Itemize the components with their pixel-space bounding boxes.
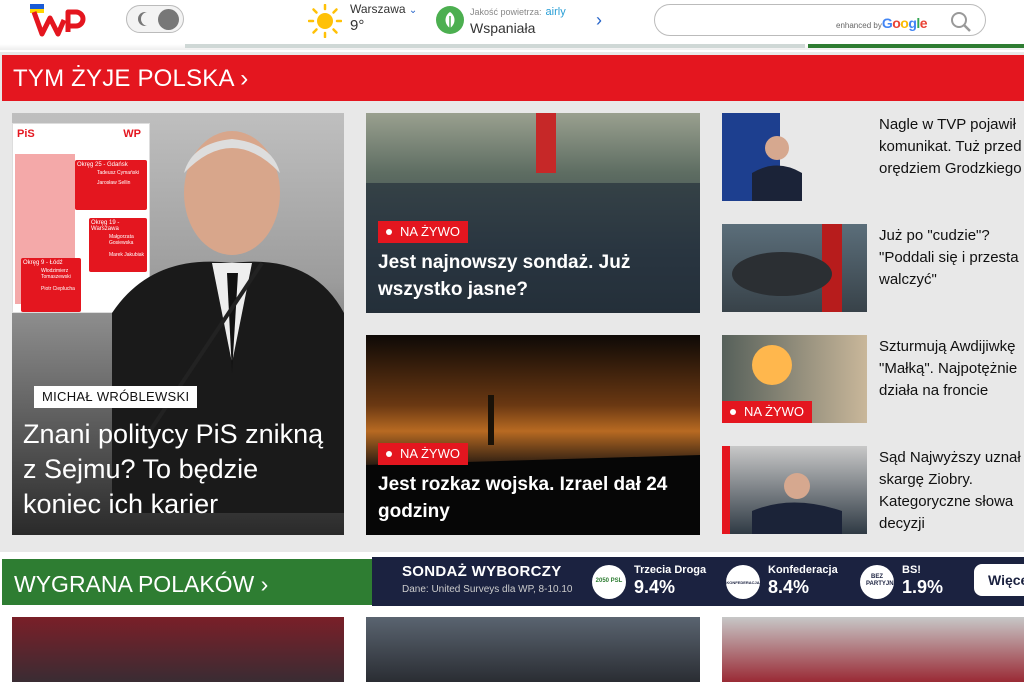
poll-party[interactable]: 2050 PSL Trzecia Droga 9.4%: [592, 562, 722, 602]
search-box[interactable]: enhanced byGoogle: [654, 4, 986, 36]
party-logo-icon: 2050 PSL: [592, 565, 626, 599]
weather-city: Warszawa ⌄: [350, 2, 418, 16]
article-card-israel[interactable]: NA ŻYWO Jest rozkaz wojska. Izrael dał 2…: [366, 335, 700, 535]
moon-icon: [141, 12, 155, 26]
dark-mode-toggle[interactable]: [126, 5, 184, 33]
google-logo: Google: [881, 15, 928, 31]
side-headline[interactable]: Już po "cudzie"? "Poddali się i przesta wa…: [879, 225, 1024, 291]
article-headline[interactable]: Jest rozkaz wojska. Izrael dał 24 godzin…: [378, 471, 688, 525]
author-badge[interactable]: MICHAŁ WRÓBLEWSKI: [34, 386, 198, 408]
air-quality-label: Jakość powietrza: airly: [470, 6, 566, 18]
section-header-tym-zyje-polska[interactable]: TYM ŻYJE POLSKA ›: [2, 55, 1024, 101]
side-headline[interactable]: Nagle w TVP pojawił komunikat. Tuż przed o…: [879, 114, 1024, 180]
article-card-sejm[interactable]: NA ŻYWO Jest najnowszy sondaż. Już wszys…: [366, 113, 700, 313]
section-title: TYM ŻYJE POLSKA ›: [13, 65, 249, 92]
weather-temperature: 9°: [350, 17, 365, 34]
section-title: WYGRANA POLAKÓW ›: [14, 571, 269, 597]
airly-logo: airly: [545, 6, 566, 18]
tank-photo: [732, 224, 842, 312]
poll-banner[interactable]: SONDAŻ WYBORCZY Dane: United Surveys dla…: [372, 557, 1024, 606]
toggle-knob: [158, 9, 179, 30]
bottom-thumb-2[interactable]: [366, 617, 700, 682]
enhanced-by-google: enhanced byGoogle: [836, 15, 928, 31]
leaf-icon: [436, 6, 464, 34]
featured-article[interactable]: PiS WP Okręg 25 - Gdańsk Tadeusz Cymańsk…: [12, 113, 344, 535]
air-quality-value: Wspaniała: [470, 20, 536, 36]
weather-widget[interactable]: Warszawa ⌄ 9°: [308, 2, 418, 40]
poll-party[interactable]: BEZ PARTYJNI BS! 1.9%: [860, 562, 990, 602]
poll-source: Dane: United Surveys dla WP, 8-10.10: [402, 584, 573, 595]
chevron-down-icon: ⌄: [408, 5, 418, 16]
party-logo-icon: BEZ PARTYJNI: [860, 565, 895, 599]
district-box: Okręg 9 - Łódź Włodzimierz Tomaszewski P…: [21, 258, 81, 312]
sun-icon: [308, 4, 342, 38]
top-header: Warszawa ⌄ 9° Jakość powietrza: airly Wsp…: [0, 0, 1024, 44]
side-thumb-ziobro[interactable]: [722, 446, 867, 534]
live-badge: NA ŻYWO: [722, 401, 812, 423]
featured-headline[interactable]: Znani politycy PiS znikną z Sejmu? To bę…: [23, 417, 339, 522]
more-button[interactable]: Więce: [974, 564, 1024, 596]
bottom-thumb-1[interactable]: [12, 617, 344, 682]
article-headline[interactable]: Jest najnowszy sondaż. Już wszystko jasn…: [378, 249, 688, 303]
pis-logo: PiS: [17, 128, 35, 140]
poll-title: SONDAŻ WYBORCZY: [402, 563, 562, 580]
ticker-strip: [0, 44, 1024, 50]
poll-party[interactable]: KONFEDERACJA Konfederacja 8.4%: [726, 562, 856, 602]
side-thumb-poddali[interactable]: [722, 224, 867, 312]
live-badge: NA ŻYWO: [378, 221, 468, 243]
tvp-photo: [752, 136, 802, 201]
chevron-right-icon[interactable]: ›: [596, 10, 602, 31]
side-headline[interactable]: Szturmują Awdijiwkę "Małką". Najpotężnie d…: [879, 336, 1024, 402]
side-thumb-tvp[interactable]: [722, 113, 867, 201]
bottom-thumb-3[interactable]: [722, 617, 1024, 682]
party-logo-icon: KONFEDERACJA: [726, 565, 760, 599]
air-quality-widget[interactable]: Jakość powietrza: airly Wspaniała ›: [436, 4, 616, 38]
live-badge: NA ŻYWO: [378, 443, 468, 465]
search-icon[interactable]: [949, 10, 973, 34]
side-thumb-awdijiwka[interactable]: NA ŻYWO: [722, 335, 867, 423]
wp-logo[interactable]: [28, 2, 88, 38]
side-headline[interactable]: Sąd Najwyższy uznał skargę Ziobry. Kategor…: [879, 447, 1024, 535]
ziobro-photo: [722, 446, 842, 534]
